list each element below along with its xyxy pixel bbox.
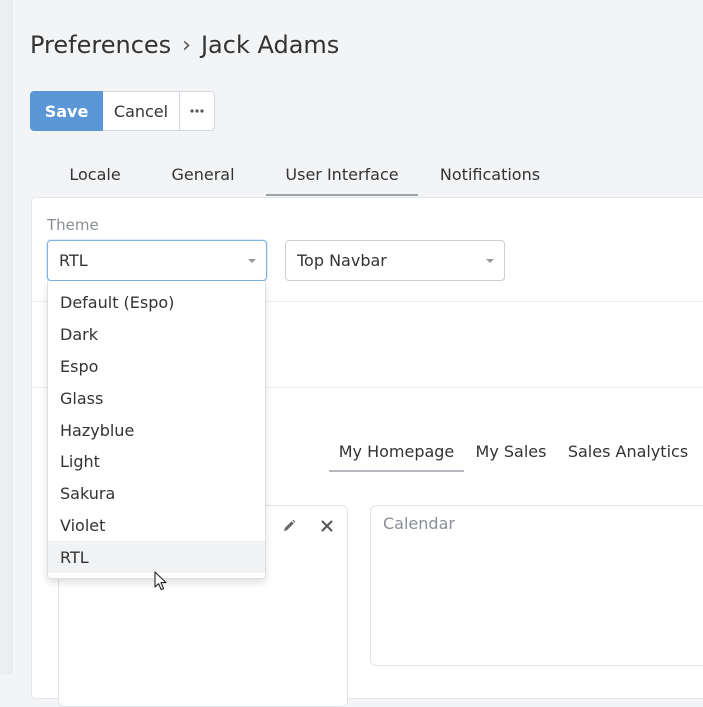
theme-option-glass[interactable]: Glass xyxy=(48,382,265,414)
theme-option-rtl[interactable]: RTL xyxy=(48,541,265,574)
navbar-select[interactable]: Top Navbar xyxy=(285,240,505,281)
tab-locale[interactable]: Locale xyxy=(50,152,140,196)
more-actions-button[interactable] xyxy=(180,91,215,131)
mouse-pointer-icon xyxy=(154,571,167,591)
breadcrumb: Preferences › Jack Adams xyxy=(30,28,339,62)
theme-option-violet[interactable]: Violet xyxy=(48,510,265,542)
theme-option-sakura[interactable]: Sakura xyxy=(48,478,265,510)
caret-down-icon xyxy=(486,259,494,263)
tab-my-sales[interactable]: My Sales xyxy=(464,430,558,472)
breadcrumb-user: Jack Adams xyxy=(200,31,340,59)
breadcrumb-section[interactable]: Preferences xyxy=(30,31,171,59)
calendar-dashlet: Calendar xyxy=(370,505,703,666)
theme-option-hazyblue[interactable]: Hazyblue xyxy=(48,414,265,446)
tab-user-interface[interactable]: User Interface xyxy=(266,152,418,196)
theme-option-espo[interactable]: Espo xyxy=(48,351,265,383)
save-button[interactable]: Save xyxy=(30,91,103,131)
preferences-tabs: Locale General User Interface Notificati… xyxy=(50,152,562,196)
cancel-button[interactable]: Cancel xyxy=(103,91,180,131)
theme-option-light[interactable]: Light xyxy=(48,446,265,478)
left-sidebar-edge xyxy=(0,0,12,674)
pencil-icon[interactable] xyxy=(279,516,299,536)
theme-label: Theme xyxy=(47,216,99,234)
caret-down-icon xyxy=(248,259,256,263)
tab-notifications[interactable]: Notifications xyxy=(418,152,562,196)
close-icon[interactable] xyxy=(317,516,337,536)
tab-my-homepage[interactable]: My Homepage xyxy=(329,430,464,472)
navbar-select-value: Top Navbar xyxy=(297,251,387,270)
tab-sales-analytics[interactable]: Sales Analytics xyxy=(558,430,698,472)
theme-select[interactable]: RTL xyxy=(47,240,267,281)
theme-dropdown-menu: Default (Espo) Dark Espo Glass Hazyblue … xyxy=(47,281,266,579)
action-button-group: Save Cancel xyxy=(30,91,215,131)
more-dots-icon xyxy=(190,109,204,113)
theme-option-default[interactable]: Default (Espo) xyxy=(48,287,265,319)
tab-general[interactable]: General xyxy=(140,152,266,196)
dashboard-tabs: My Homepage My Sales Sales Analytics xyxy=(329,430,698,472)
breadcrumb-separator: › xyxy=(182,32,191,58)
calendar-dashlet-title: Calendar xyxy=(383,514,455,533)
theme-select-value: RTL xyxy=(59,251,88,270)
theme-option-dark[interactable]: Dark xyxy=(48,319,265,351)
